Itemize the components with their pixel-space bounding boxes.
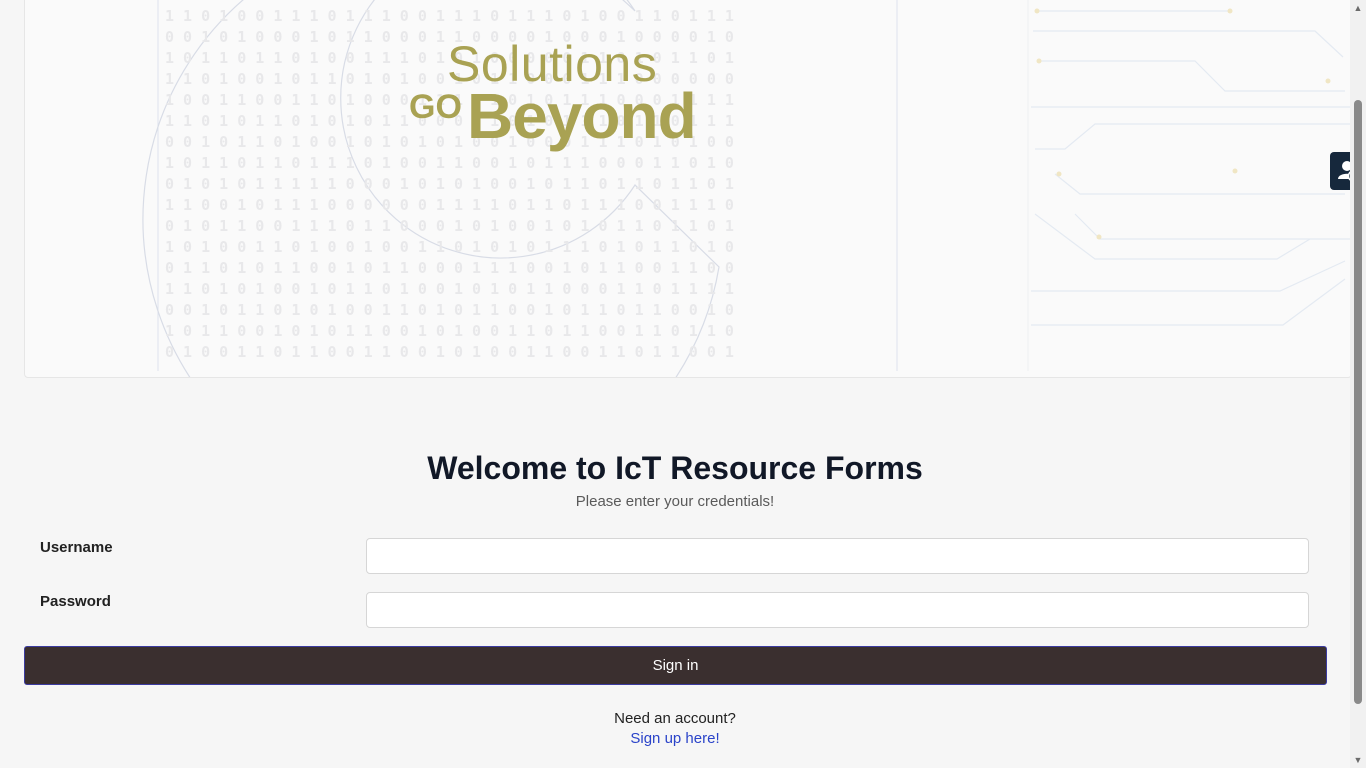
username-label: Username: [40, 539, 113, 556]
scrollbar-thumb[interactable]: [1354, 100, 1362, 704]
svg-text:1 1 0 0 1 0 1 1 1 0 0 0 0 0 0: 1 1 0 0 1 0 1 1 1 0 0 0 0 0 0 1 1 1 1 0 …: [165, 196, 734, 214]
page-subtitle: Please enter your credentials!: [575, 493, 775, 510]
need-account-text: Need an account?: [614, 710, 736, 727]
hero-banner: 1 1 0 1 0 0 1 1 1 0 1 1 1 0 0 1 1 1 0 1 …: [24, 0, 1352, 378]
svg-text:0 1 0 0 1 1 0 1 1 0 0 1 1 0 0: 0 1 0 0 1 1 0 1 1 0 0 1 1 0 0 1 0 1 0 0 …: [165, 343, 734, 361]
svg-text:1 1 0 1 0 0 1 1 1 0 1 1 1 0 0: 1 1 0 1 0 0 1 1 1 0 1 1 1 0 0 1 1 1 0 1 …: [165, 7, 734, 25]
svg-text:1 0 1 0 0 1 1 0 1 0 0 1 0 0 1: 1 0 1 0 0 1 1 0 1 0 0 1 0 0 1 1 0 1 0 1 …: [165, 238, 734, 256]
vertical-scrollbar[interactable]: ▲ ▼: [1350, 0, 1366, 768]
logo-line2: Beyond: [467, 80, 697, 152]
svg-text:1 0 1 1 0 0 1 0 1 0 1 1 0 0 1: 1 0 1 1 0 0 1 0 1 0 1 1 0 0 1 0 1 0 0 1 …: [165, 322, 734, 340]
sign-in-button[interactable]: Sign in: [24, 646, 1327, 685]
username-input[interactable]: [366, 538, 1309, 574]
svg-text:0 1 1 0 1 0 1 1 0 0 1 0 1 1 0: 0 1 1 0 1 0 1 1 0 0 1 0 1 1 0 0 0 1 1 1 …: [165, 259, 734, 277]
solutions-go-beyond-logo: Solutions GO Beyond: [409, 35, 749, 165]
password-label: Password: [40, 593, 111, 610]
svg-text:0 1 0 1 1 0 0 1 1 1 0 1 1 0 0: 0 1 0 1 1 0 0 1 1 1 0 1 1 0 0 0 1 0 1 0 …: [165, 217, 734, 235]
page-title: Welcome to IcT Resource Forms: [427, 450, 923, 486]
scroll-up-arrow-icon[interactable]: ▲: [1350, 0, 1366, 16]
scroll-down-arrow-icon[interactable]: ▼: [1350, 752, 1366, 768]
svg-text:1 1 0 1 0 1 0 0 1 0 1 1 0 1 0: 1 1 0 1 0 1 0 0 1 0 1 1 0 1 0 0 1 0 1 0 …: [165, 280, 734, 298]
svg-text:0 1 0 1 0 1 1 1 1 1 0 0 0 1 0: 0 1 0 1 0 1 1 1 1 1 0 0 0 1 0 1 0 1 0 0 …: [165, 175, 734, 193]
signup-container: Sign up here!: [0, 730, 1350, 747]
svg-text:0 0 1 0 1 1 0 1 0 1 0 0 1 1 0: 0 0 1 0 1 1 0 1 0 1 0 0 1 1 0 1 0 1 1 0 …: [165, 301, 734, 319]
password-input[interactable]: [366, 592, 1309, 628]
sign-up-link[interactable]: Sign up here!: [630, 730, 719, 747]
logo-go: GO: [409, 88, 462, 126]
